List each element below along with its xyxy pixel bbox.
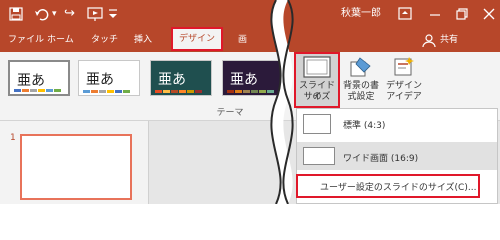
- slide-size-label-line2: サイズ: [303, 92, 331, 102]
- menu-item-custom-size-label: ユーザー設定のスライドのサイズ(C)...: [320, 183, 477, 193]
- standard-size-icon: [303, 114, 331, 134]
- tab-home[interactable]: ホーム: [47, 30, 74, 50]
- undo-dropdown-icon[interactable]: ▾: [52, 4, 57, 24]
- design-ideas-label-line1: デザイン: [385, 81, 422, 91]
- design-ideas-button[interactable]: デザイン アイデア: [382, 54, 426, 106]
- format-background-icon: [350, 57, 371, 77]
- redo-icon[interactable]: ↪: [64, 4, 75, 24]
- menu-item-standard-label: 標準 (4:3): [343, 121, 386, 131]
- close-icon[interactable]: [482, 4, 496, 24]
- format-background-label-line2: 式設定: [347, 92, 375, 102]
- undo-icon[interactable]: [34, 4, 50, 24]
- account-icon[interactable]: [422, 30, 436, 50]
- share-button[interactable]: 共有: [440, 30, 458, 50]
- theme-office-2[interactable]: 亜あ: [78, 60, 140, 96]
- start-from-beginning-icon[interactable]: [86, 4, 104, 24]
- menu-item-widescreen[interactable]: ワイド画面 (16:9): [297, 142, 497, 170]
- theme-dark-teal[interactable]: 亜あ: [150, 60, 212, 96]
- tab-insert[interactable]: 挿入: [134, 30, 152, 50]
- customize-qat-icon[interactable]: [108, 4, 118, 24]
- theme-office-label: 亜あ: [17, 73, 45, 89]
- user-name[interactable]: 秋葉一郎: [341, 4, 381, 24]
- widescreen-size-icon: [303, 147, 335, 165]
- tab-touch[interactable]: タッチ: [91, 30, 118, 50]
- menu-item-standard[interactable]: 標準 (4:3): [297, 110, 497, 138]
- save-icon[interactable]: [8, 4, 24, 24]
- slide-size-icon: [303, 56, 331, 78]
- slide-thumbnail[interactable]: [20, 134, 132, 200]
- restore-icon[interactable]: [455, 4, 469, 24]
- themes-group-label: テーマ: [216, 108, 244, 118]
- theme-dark-teal-swatches: [155, 90, 202, 93]
- slide-number: 1: [10, 133, 16, 143]
- menu-item-widescreen-label: ワイド画面 (16:9): [343, 154, 419, 164]
- format-background-button[interactable]: 背景の書 式設定: [340, 54, 382, 106]
- theme-office-2-label: 亜あ: [86, 72, 114, 88]
- tab-file[interactable]: ファイル: [8, 30, 44, 50]
- ribbon-display-options-icon[interactable]: [398, 4, 412, 24]
- minimize-icon[interactable]: [428, 4, 442, 24]
- theme-dark-teal-label: 亜あ: [158, 72, 186, 88]
- title-bar: [0, 0, 500, 28]
- tab-design[interactable]: デザイン: [171, 27, 224, 51]
- menu-item-custom-size[interactable]: ユーザー設定のスライドのサイズ(C)...: [298, 176, 478, 196]
- format-background-label-line1: 背景の書: [342, 81, 379, 91]
- theme-office-swatches: [14, 89, 61, 92]
- theme-office[interactable]: 亜あ: [8, 60, 70, 96]
- tab-transitions[interactable]: 画: [238, 30, 247, 50]
- design-ideas-icon: [394, 57, 414, 76]
- theme-office-2-swatches: [83, 90, 130, 93]
- theme-dark-purple-label: 亜あ: [230, 72, 258, 88]
- design-ideas-label-line2: アイデア: [386, 92, 422, 102]
- slide-size-button[interactable]: スライドの サイズ: [296, 54, 338, 106]
